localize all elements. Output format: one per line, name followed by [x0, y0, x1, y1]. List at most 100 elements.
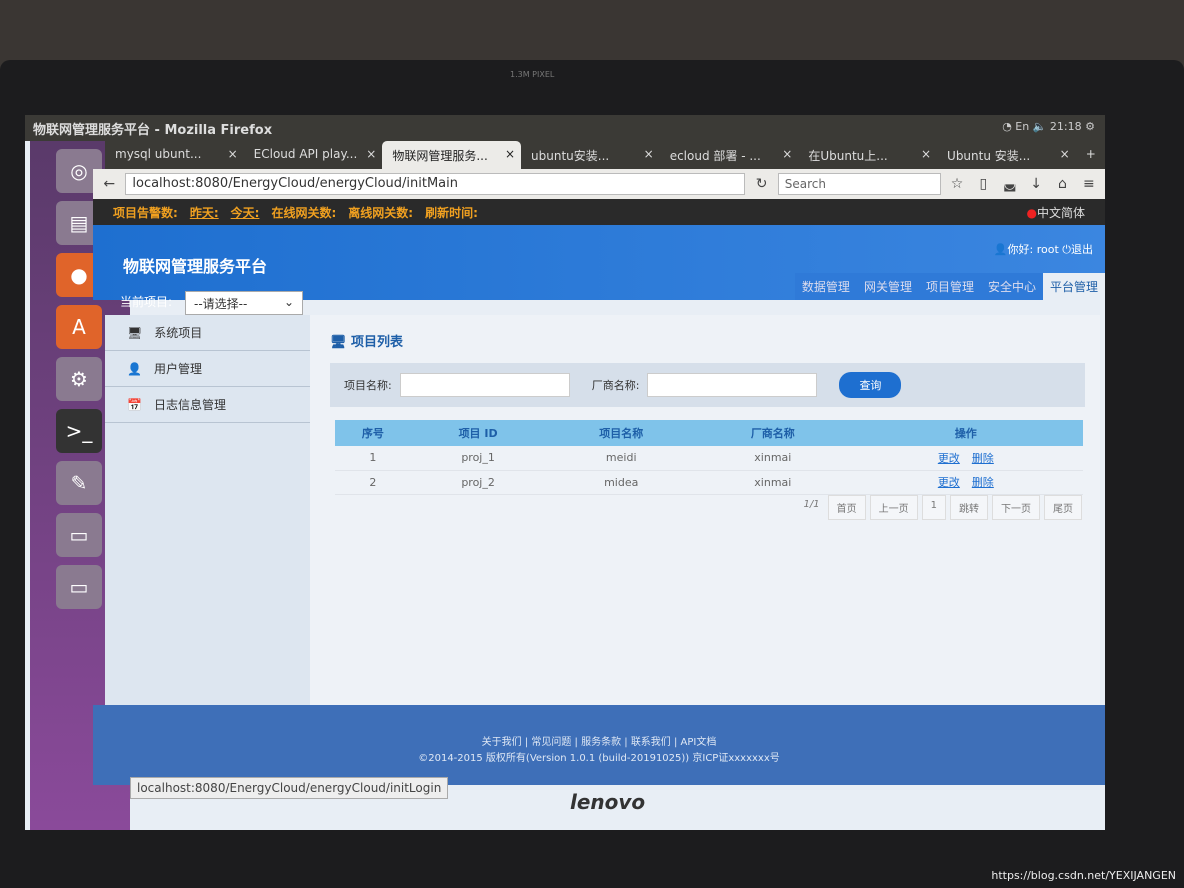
drive-icon[interactable]: ▭ [56, 565, 102, 609]
drive-icon[interactable]: ▭ [56, 513, 102, 557]
page-title: 🖥 项目列表 [330, 335, 404, 350]
first-page-button[interactable]: 首页 [827, 495, 866, 520]
alarm-count: 项目告警数: [113, 206, 178, 220]
browser-tab[interactable]: ecloud 部署 - ... × [660, 141, 799, 169]
close-icon[interactable]: × [782, 147, 792, 161]
browser-tab[interactable]: mysql ubunt... × [105, 141, 244, 169]
delete-link[interactable]: 删除 [972, 452, 994, 465]
software-center-icon[interactable]: A [56, 305, 102, 349]
query-button[interactable]: 查询 [839, 372, 902, 398]
download-icon[interactable]: ↓ [1026, 176, 1046, 192]
volume-icon[interactable]: 🔈 [1033, 120, 1047, 133]
nav-security[interactable]: 安全中心 [980, 273, 1043, 300]
watermark: https://blog.csdn.net/YEXIJANGEN [991, 869, 1176, 882]
url-input[interactable]: localhost:8080/EnergyCloud/energyCloud/i… [125, 173, 746, 195]
back-icon[interactable]: ← [99, 176, 119, 192]
gear-icon[interactable]: ⚙ [1085, 120, 1095, 133]
search-input[interactable]: Search [777, 173, 941, 195]
column-header: 操作 [848, 420, 1083, 446]
project-name-label: 项目名称: [344, 379, 392, 392]
browser-tab-active[interactable]: 物联网管理服务... × [382, 141, 522, 169]
nav-platform[interactable]: 平台管理 [1042, 273, 1105, 300]
jump-button[interactable]: 跳转 [950, 495, 988, 520]
home-icon[interactable]: ⌂ [1052, 176, 1072, 192]
browser-tab[interactable]: ECloud API play... × [244, 141, 383, 169]
cell-name: meidi [545, 446, 698, 471]
column-header: 项目 ID [410, 420, 546, 446]
ime-indicator[interactable]: En [1015, 120, 1029, 133]
project-select[interactable]: --请选择-- ⌄ [185, 291, 303, 315]
footer-link-faq[interactable]: 常见问题 [531, 737, 571, 748]
cell-id: proj_1 [410, 446, 546, 471]
last-page-button[interactable]: 尾页 [1044, 495, 1082, 520]
vendor-name-label: 厂商名称: [591, 379, 640, 392]
system-tray: ◔ En 🔈 21:18 ⚙ [1002, 120, 1095, 133]
table-row: 1 proj_1 meidi xinmai 更改 删除 [335, 446, 1083, 471]
current-project-label: 当前项目: [120, 295, 173, 309]
power-icon: ⏻ [1062, 243, 1071, 256]
main-nav: 数据管理 网关管理 项目管理 安全中心 平台管理 [794, 273, 1105, 300]
column-header: 厂商名称 [697, 420, 849, 446]
nav-project[interactable]: 项目管理 [918, 273, 981, 300]
nav-gateway[interactable]: 网关管理 [856, 273, 919, 300]
delete-link[interactable]: 删除 [972, 476, 994, 489]
sidebar-item-system-projects[interactable]: 🖥 系统项目 [105, 315, 310, 351]
terminal-icon[interactable]: >_ [56, 409, 102, 453]
online-gateways: 在线网关数: [271, 206, 337, 220]
nav-data[interactable]: 数据管理 [794, 273, 857, 300]
close-icon[interactable]: × [921, 147, 931, 161]
new-tab-button[interactable]: + [1076, 141, 1105, 169]
edit-link[interactable]: 更改 [938, 452, 960, 465]
browser-tab[interactable]: ubuntu安装... × [521, 141, 660, 169]
bookmark-star-icon[interactable]: ☆ [947, 176, 967, 192]
language-switch[interactable]: ●中文简体 [1027, 204, 1086, 220]
copyright: ©2014-2015 版权所有(Version 1.0.1 (build-201… [418, 753, 780, 764]
settings-icon[interactable]: ⚙ [56, 357, 102, 401]
footer-link-contact[interactable]: 联系我们 [631, 737, 671, 748]
close-icon[interactable]: × [644, 147, 654, 161]
sidebar-item-users[interactable]: 👤 用户管理 [105, 351, 310, 387]
nav-toolbar: ← localhost:8080/EnergyCloud/energyCloud… [93, 169, 1105, 199]
offline-gateways: 离线网关数: [348, 206, 414, 220]
cell-vendor: xinmai [697, 446, 849, 471]
screen: 物联网管理服务平台 - Mozilla Firefox ◔ En 🔈 21:18… [25, 115, 1105, 830]
pocket-icon[interactable]: ◛ [1000, 176, 1020, 192]
tab-strip: mysql ubunt... × ECloud API play... × 物联网管… [105, 141, 1105, 169]
footer-link-about[interactable]: 关于我们 [482, 737, 522, 748]
footer-link-api[interactable]: API文档 [681, 737, 717, 748]
reader-icon[interactable]: ▯ [973, 176, 993, 192]
close-icon[interactable]: × [505, 147, 515, 161]
edit-link[interactable]: 更改 [938, 476, 960, 489]
window-title: 物联网管理服务平台 - Mozilla Firefox ◔ En 🔈 21:18… [25, 115, 1105, 141]
text-editor-icon[interactable]: ✎ [56, 461, 102, 505]
flag-icon: ● [1026, 206, 1037, 220]
next-page-button[interactable]: 下一页 [992, 495, 1040, 520]
monitor-icon: 🖥 [127, 325, 143, 340]
page-number-input[interactable]: 1 [921, 495, 946, 520]
app-header: 物联网管理服务平台 👤你好: root ⏻退出 数据管理 网关管理 项目管理 安… [93, 225, 1105, 300]
sidebar-item-logs[interactable]: 📅 日志信息管理 [105, 387, 310, 423]
project-table: 序号 项目 ID 项目名称 厂商名称 操作 1 proj_1 meidi xinmai 更改 删除… [335, 420, 1083, 495]
clock[interactable]: 21:18 [1050, 120, 1082, 133]
close-icon[interactable]: × [366, 147, 376, 161]
prev-page-button[interactable]: 上一页 [869, 495, 918, 520]
logout-link[interactable]: 退出 [1071, 243, 1093, 256]
wifi-icon[interactable]: ◔ [1002, 120, 1012, 133]
calendar-icon: 📅 [127, 397, 142, 412]
user-menu: 👤你好: root ⏻退出 [993, 243, 1093, 256]
vendor-name-input[interactable] [647, 373, 818, 397]
today-link[interactable]: 今天: [231, 204, 260, 220]
yesterday-link[interactable]: 昨天: [190, 204, 219, 220]
project-name-input[interactable] [399, 373, 570, 397]
menu-icon[interactable]: ≡ [1079, 176, 1099, 192]
browser-tab[interactable]: Ubuntu 安装... × [937, 141, 1076, 169]
close-icon[interactable]: × [228, 147, 238, 161]
pagination: 1/1 首页 上一页 1 跳转 下一页 尾页 [800, 495, 1082, 520]
close-icon[interactable]: × [1060, 147, 1070, 161]
browser-tab[interactable]: 在Ubuntu上... × [798, 141, 937, 169]
column-header: 序号 [335, 420, 411, 446]
cell-actions: 更改 删除 [848, 446, 1083, 471]
cell-name: midea [545, 470, 698, 495]
footer-link-terms[interactable]: 服务条款 [581, 737, 621, 748]
reload-icon[interactable]: ↻ [751, 176, 771, 192]
